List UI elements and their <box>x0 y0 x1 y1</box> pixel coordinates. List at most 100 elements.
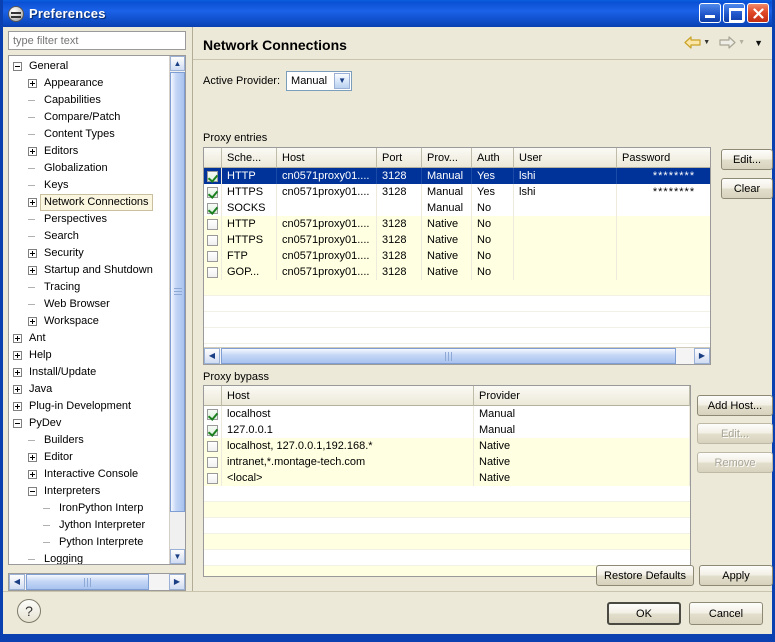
proxy-enabled-checkbox[interactable] <box>204 248 222 264</box>
proxy-column-header[interactable]: Prov... <box>422 148 472 168</box>
table-row[interactable]: localhost, 127.0.0.1,192.168.* Native <box>204 438 690 454</box>
sidebar-item-workspace[interactable]: Workspace <box>11 313 169 330</box>
collapse-icon[interactable] <box>13 419 22 428</box>
proxy-column-header[interactable]: Password <box>617 148 710 168</box>
sidebar-item-web-browser[interactable]: Web Browser <box>11 296 169 313</box>
bypass-enabled-checkbox[interactable] <box>204 406 222 422</box>
sidebar-item-security[interactable]: Security <box>11 245 169 262</box>
expand-icon[interactable] <box>28 317 37 326</box>
table-row[interactable]: SOCKS Manual No <box>204 200 710 216</box>
add-host-button[interactable]: Add Host... <box>697 395 773 416</box>
tree-hscroll-thumb[interactable] <box>26 574 149 590</box>
proxy-hscroll-thumb[interactable] <box>221 348 676 364</box>
scroll-right-icon[interactable]: ▶ <box>169 574 185 590</box>
expand-icon[interactable] <box>28 79 37 88</box>
sidebar-item-startup-and-shutdown[interactable]: Startup and Shutdown <box>11 262 169 279</box>
collapse-icon[interactable] <box>28 487 37 496</box>
ok-button[interactable]: OK <box>607 602 681 625</box>
proxy-horizontal-scrollbar[interactable]: ◀ ▶ <box>204 347 710 364</box>
expand-icon[interactable] <box>28 453 37 462</box>
bypass-column-header[interactable]: Host <box>222 386 474 406</box>
sidebar-item-java[interactable]: Java <box>11 381 169 398</box>
sidebar-item-install-update[interactable]: Install/Update <box>11 364 169 381</box>
back-dropdown-chevron-icon[interactable]: ▼ <box>703 39 710 46</box>
proxy-column-header[interactable]: Port <box>377 148 422 168</box>
sidebar-item-capabilities[interactable]: Capabilities <box>11 92 169 109</box>
sidebar-item-globalization[interactable]: Globalization <box>11 160 169 177</box>
sidebar-item-perspectives[interactable]: Perspectives <box>11 211 169 228</box>
sidebar-item-appearance[interactable]: Appearance <box>11 75 169 92</box>
sidebar-item-interpreters[interactable]: Interpreters <box>11 483 169 500</box>
sidebar-item-pydev[interactable]: PyDev <box>11 415 169 432</box>
bypass-column-header[interactable] <box>204 386 222 406</box>
sidebar-item-keys[interactable]: Keys <box>11 177 169 194</box>
expand-icon[interactable] <box>13 385 22 394</box>
proxy-column-header[interactable] <box>204 148 222 168</box>
tree-horizontal-scrollbar[interactable]: ◀ ▶ <box>8 573 186 591</box>
maximize-icon[interactable] <box>723 3 745 23</box>
active-provider-select[interactable]: Manual ▼ <box>286 71 353 91</box>
view-menu-chevron-icon[interactable]: ▼ <box>754 38 763 48</box>
sidebar-item-ant[interactable]: Ant <box>11 330 169 347</box>
proxy-column-header[interactable]: Sche... <box>222 148 277 168</box>
table-row[interactable]: HTTP cn0571proxy01.... 3128 Manual Yes lshi **… <box>204 168 710 184</box>
proxy-enabled-checkbox[interactable] <box>204 200 222 216</box>
collapse-icon[interactable] <box>13 62 22 71</box>
sidebar-item-jython-interpreter[interactable]: Jython Interpreter <box>11 517 169 534</box>
scroll-left-icon[interactable]: ◀ <box>9 574 25 590</box>
sidebar-item-general[interactable]: General <box>11 58 169 75</box>
minimize-icon[interactable] <box>699 3 721 23</box>
expand-icon[interactable] <box>13 368 22 377</box>
sidebar-item-network-connections[interactable]: Network Connections <box>11 194 169 211</box>
proxy-scroll-left-icon[interactable]: ◀ <box>204 348 220 364</box>
sidebar-item-ironpython-interp[interactable]: IronPython Interp <box>11 500 169 517</box>
sidebar-item-interactive-console[interactable]: Interactive Console <box>11 466 169 483</box>
table-row[interactable]: localhost Manual <box>204 406 690 422</box>
sidebar-item-content-types[interactable]: Content Types <box>11 126 169 143</box>
sidebar-item-editors[interactable]: Editors <box>11 143 169 160</box>
expand-icon[interactable] <box>28 249 37 258</box>
proxy-enabled-checkbox[interactable] <box>204 264 222 280</box>
help-question-icon[interactable]: ? <box>17 599 41 623</box>
tree-scroll-thumb[interactable] <box>170 72 185 512</box>
sidebar-item-search[interactable]: Search <box>11 228 169 245</box>
sidebar-item-builders[interactable]: Builders <box>11 432 169 449</box>
expand-icon[interactable] <box>28 198 37 207</box>
proxy-enabled-checkbox[interactable] <box>204 232 222 248</box>
table-row[interactable]: HTTP cn0571proxy01.... 3128 Native No <box>204 216 710 232</box>
proxy-column-header[interactable]: User <box>514 148 617 168</box>
bypass-enabled-checkbox[interactable] <box>204 454 222 470</box>
table-row[interactable]: HTTPS cn0571proxy01.... 3128 Manual Yes lshi *… <box>204 184 710 200</box>
sidebar-item-logging[interactable]: Logging <box>11 551 169 564</box>
cancel-button[interactable]: Cancel <box>689 602 763 625</box>
sidebar-item-plug-in-development[interactable]: Plug-in Development <box>11 398 169 415</box>
sidebar-item-compare-patch[interactable]: Compare/Patch <box>11 109 169 126</box>
close-icon[interactable] <box>747 3 769 23</box>
bypass-enabled-checkbox[interactable] <box>204 422 222 438</box>
sidebar-item-help[interactable]: Help <box>11 347 169 364</box>
expand-icon[interactable] <box>13 402 22 411</box>
expand-icon[interactable] <box>28 266 37 275</box>
proxy-enabled-checkbox[interactable] <box>204 184 222 200</box>
sidebar-item-python-interprete[interactable]: Python Interprete <box>11 534 169 551</box>
chevron-down-icon[interactable]: ▼ <box>334 73 351 89</box>
table-row[interactable]: GOP... cn0571proxy01.... 3128 Native No <box>204 264 710 280</box>
sidebar-item-editor[interactable]: Editor <box>11 449 169 466</box>
tree-vertical-scrollbar[interactable]: ▲ ▼ <box>169 56 185 564</box>
expand-icon[interactable] <box>13 334 22 343</box>
proxy-scroll-right-icon[interactable]: ▶ <box>694 348 710 364</box>
bypass-enabled-checkbox[interactable] <box>204 470 222 486</box>
expand-icon[interactable] <box>28 470 37 479</box>
proxy-edit-button[interactable]: Edit... <box>721 149 773 170</box>
table-row[interactable]: FTP cn0571proxy01.... 3128 Native No <box>204 248 710 264</box>
proxy-column-header[interactable]: Auth <box>472 148 514 168</box>
proxy-clear-button[interactable]: Clear <box>721 178 773 199</box>
scroll-down-icon[interactable]: ▼ <box>170 549 185 564</box>
proxy-column-header[interactable]: Host <box>277 148 377 168</box>
table-row[interactable]: HTTPS cn0571proxy01.... 3128 Native No <box>204 232 710 248</box>
search-input[interactable] <box>8 31 186 50</box>
table-row[interactable]: intranet,*.montage-tech.com Native <box>204 454 690 470</box>
back-arrow-icon[interactable]: ▼ <box>683 35 710 50</box>
apply-button[interactable]: Apply <box>699 565 773 586</box>
sidebar-item-tracing[interactable]: Tracing <box>11 279 169 296</box>
